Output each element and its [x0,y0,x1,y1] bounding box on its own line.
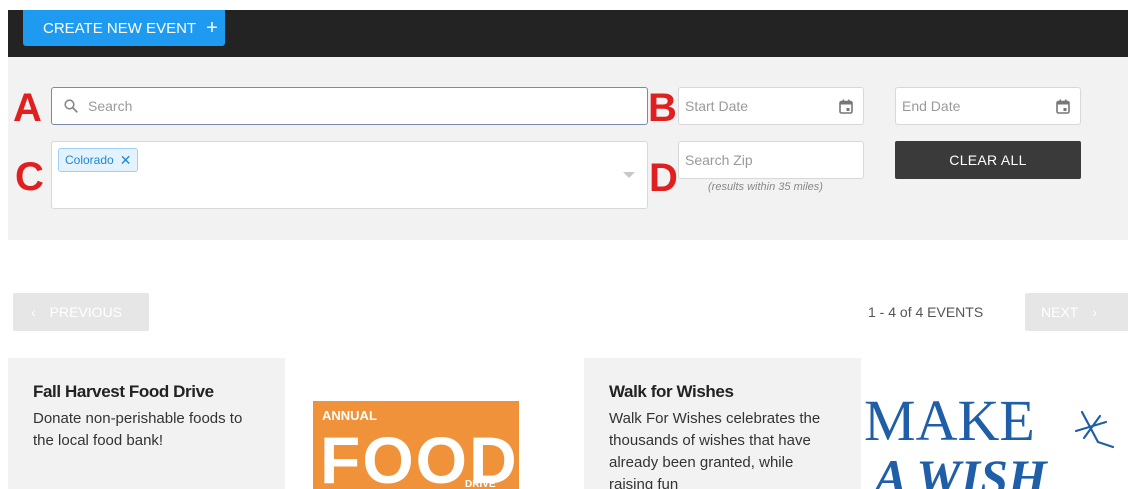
marker-b: B [648,86,677,130]
calendar-icon [839,99,853,114]
start-date-field[interactable]: Start Date [678,87,864,125]
zip-hint: (results within 35 miles) [708,181,823,193]
previous-label: PREVIOUS [49,304,123,320]
chevron-down-icon[interactable] [623,172,635,178]
search-placeholder: Search [88,98,133,114]
zip-placeholder: Search Zip [685,152,753,168]
food-image-annual: ANNUAL [322,408,377,423]
food-image-drive: DRIVE [465,479,496,489]
event-description: Walk For Wishes celebrates the thousands… [609,410,821,489]
make-a-wish-logo[interactable]: MAKE A WISH [862,388,1128,489]
state-tag: Colorado ✕ [58,148,139,172]
search-input[interactable]: Search [51,87,648,125]
event-title[interactable]: Fall Harvest Food Drive [33,382,260,402]
end-date-field[interactable]: End Date [895,87,1081,125]
next-button[interactable]: NEXT › [1025,293,1128,331]
chevron-left-icon: ‹ [31,304,36,320]
marker-d: D [649,156,678,200]
marker-a: A [13,86,42,130]
end-date-placeholder: End Date [902,98,961,114]
food-drive-image[interactable]: ANNUAL FOOD DRIVE [313,401,519,489]
wish-logo-make: MAKE [864,388,1035,453]
filter-panel: A Search B Start Date End Date C Colorad… [8,57,1128,240]
close-icon[interactable]: ✕ [120,152,132,169]
clear-all-button[interactable]: CLEAR ALL [895,141,1081,179]
calendar-icon [1056,99,1070,114]
state-multiselect[interactable]: Colorado ✕ [51,141,648,209]
wish-logo-wish: A WISH [871,449,1049,489]
zip-input[interactable]: Search Zip [678,141,864,179]
event-title[interactable]: Walk for Wishes [609,382,836,402]
event-card[interactable]: Walk for Wishes Walk For Wishes celebrat… [584,358,861,489]
previous-button[interactable]: ‹ PREVIOUS [13,293,149,331]
create-new-event-label: CREATE NEW EVENT [43,19,197,37]
chevron-right-icon: › [1092,304,1098,320]
start-date-placeholder: Start Date [685,98,749,114]
event-card[interactable]: Fall Harvest Food Drive Donate non-peris… [8,358,285,489]
search-icon [64,99,78,113]
event-count: 1 - 4 of 4 EVENTS [868,304,984,320]
plus-icon: + [206,17,218,39]
top-bar: CREATE NEW EVENT + [8,10,1128,57]
create-new-event-button[interactable]: CREATE NEW EVENT + [23,10,225,46]
state-tag-label: Colorado [65,153,114,167]
event-description: Donate non-perishable foods to the local… [33,410,243,449]
marker-c: C [15,155,44,199]
next-label: NEXT [1041,304,1079,320]
